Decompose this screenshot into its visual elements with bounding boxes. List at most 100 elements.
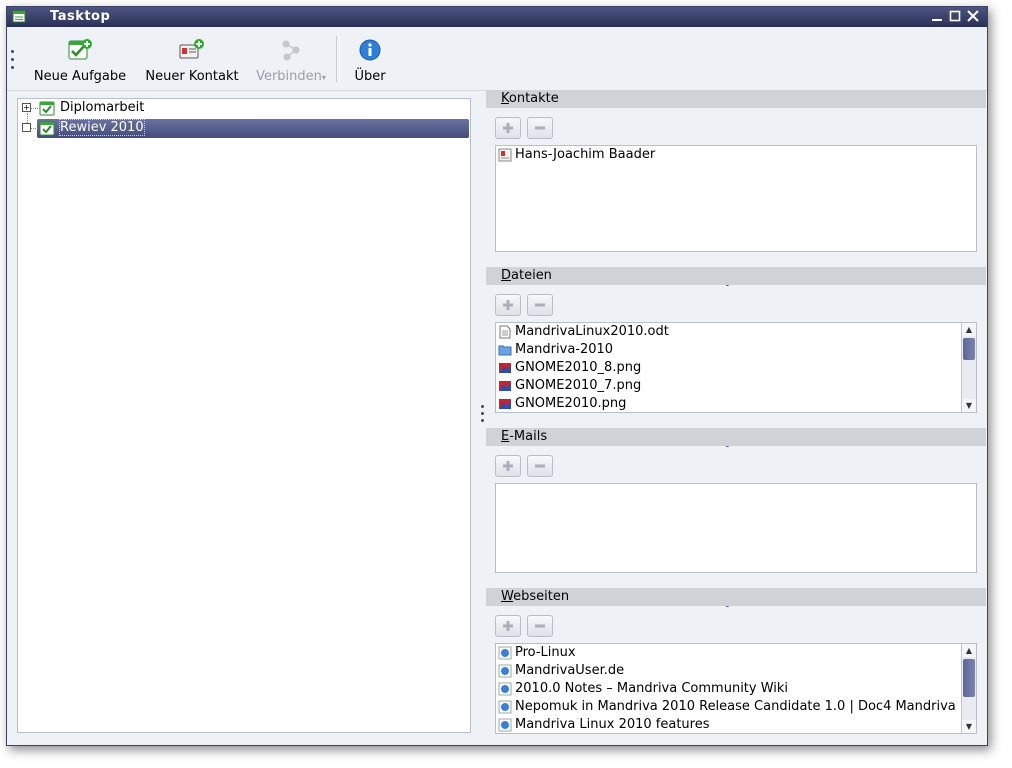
tree-item[interactable]: + Diplomarbeit (18, 99, 470, 117)
plus-icon (503, 621, 513, 631)
contacts-title: Kontakte (501, 91, 559, 106)
plus-icon (503, 461, 513, 471)
info-icon (359, 39, 381, 61)
files-list[interactable]: MandrivaLinux2010.odt Mandriva-2010 GNOM… (495, 322, 977, 413)
list-item[interactable]: 2010.0 Notes – Mandriva Community Wiki (496, 680, 976, 698)
files-section-header[interactable]: Dateien (486, 267, 986, 285)
contacts-list[interactable]: Hans-Joachim Baader (495, 145, 977, 252)
app-icon[interactable] (12, 9, 26, 23)
file-name: GNOME2010_8.png (515, 360, 642, 375)
tree-item-label: Rewiev 2010 (59, 119, 145, 136)
minus-icon (535, 464, 545, 468)
list-item[interactable]: MandrivaLinux2010.odt (496, 323, 976, 341)
website-title: MandrivaUser.de (515, 663, 625, 678)
web-link-icon (498, 664, 512, 678)
tree-branch-line (30, 108, 38, 109)
splitter-handle[interactable] (481, 405, 485, 426)
websites-list[interactable]: Pro-Linux MandrivaUser.de 2010.0 Notes –… (495, 643, 977, 734)
new-task-button[interactable]: Neue Aufgabe (29, 38, 131, 86)
dropdown-arrow-icon: ▾ (321, 73, 326, 82)
section-resize-handle[interactable] (726, 260, 746, 286)
file-name: MandrivaLinux2010.odt (515, 324, 669, 339)
scroll-up-icon[interactable]: ▲ (962, 323, 976, 336)
list-item[interactable]: Pro-Linux (496, 644, 976, 662)
scrollbar-thumb[interactable] (963, 338, 975, 360)
scroll-down-icon[interactable]: ▼ (962, 399, 976, 412)
new-contact-button[interactable]: Neuer Kontakt (141, 38, 243, 86)
maximize-icon[interactable] (947, 8, 963, 24)
website-title: 2010.0 Notes – Mandriva Community Wiki (515, 681, 789, 696)
websites-scrollbar[interactable]: ▲ ▼ (961, 644, 976, 733)
scroll-down-icon[interactable]: ▼ (962, 720, 976, 733)
websites-section-header[interactable]: Webseiten (486, 588, 986, 606)
section-resize-handle[interactable] (726, 581, 746, 607)
list-item[interactable]: GNOME2010.png (496, 395, 976, 412)
remove-email-button[interactable] (527, 455, 553, 477)
scroll-up-icon[interactable]: ▲ (962, 644, 976, 657)
add-website-button[interactable] (495, 615, 521, 637)
image-icon (499, 381, 511, 391)
remove-contact-button[interactable] (527, 117, 553, 139)
image-icon (499, 363, 511, 373)
new-contact-label: Neuer Kontakt (145, 69, 239, 84)
connect-button[interactable]: Verbinden▾ (251, 38, 331, 86)
file-name: Mandriva-2010 (515, 342, 614, 357)
website-title: Nepomuk in Mandriva 2010 Release Candida… (515, 699, 956, 714)
emails-section-header[interactable]: E-Mails (486, 428, 986, 446)
remove-file-button[interactable] (527, 294, 553, 316)
about-button[interactable]: Über (348, 38, 392, 86)
add-email-button[interactable] (495, 455, 521, 477)
new-task-icon (68, 39, 92, 60)
plus-icon (503, 300, 513, 310)
web-link-icon (498, 700, 512, 714)
toolbar: Neue Aufgabe Neuer Kontakt Verbinden▾ Üb… (7, 28, 987, 91)
toolbar-grip[interactable] (11, 50, 15, 74)
minimize-icon[interactable] (929, 8, 945, 24)
minus-icon (535, 624, 545, 628)
about-label: Über (354, 69, 386, 84)
remove-website-button[interactable] (527, 615, 553, 637)
contact-name: Hans-Joachim Baader (515, 147, 656, 162)
files-scrollbar[interactable]: ▲ ▼ (961, 323, 976, 412)
section-resize-handle[interactable] (726, 421, 746, 447)
add-contact-button[interactable] (495, 117, 521, 139)
new-contact-icon (179, 39, 204, 59)
tree-item-label: Diplomarbeit (60, 100, 145, 115)
folder-icon (498, 345, 512, 356)
task-icon (39, 101, 55, 116)
web-link-icon (498, 646, 512, 660)
file-name: GNOME2010.png (515, 396, 627, 411)
web-link-icon (498, 682, 512, 696)
task-tree[interactable]: + Diplomarbeit Rewiev 2010 (17, 98, 471, 733)
files-title: Dateien (501, 268, 552, 283)
list-item[interactable]: GNOME2010_7.png (496, 377, 976, 395)
new-task-label: Neue Aufgabe (33, 69, 127, 84)
task-icon (39, 121, 55, 136)
emails-list[interactable] (495, 483, 977, 573)
expand-icon[interactable] (22, 123, 31, 132)
contact-card-icon (498, 148, 512, 162)
contacts-section-header[interactable]: Kontakte (486, 90, 986, 108)
list-item[interactable]: Mandriva Linux 2010 features (496, 716, 976, 733)
tree-branch-line (30, 128, 38, 129)
file-name: GNOME2010_7.png (515, 378, 642, 393)
list-item[interactable]: Hans-Joachim Baader (496, 146, 976, 164)
plus-icon (503, 123, 513, 133)
tree-item-selected[interactable]: Rewiev 2010 (18, 119, 470, 138)
list-item[interactable]: Nepomuk in Mandriva 2010 Release Candida… (496, 698, 976, 716)
website-title: Mandriva Linux 2010 features (515, 717, 710, 732)
toolbar-separator (336, 36, 340, 82)
list-item[interactable]: Mandriva-2010 (496, 341, 976, 359)
list-item[interactable]: GNOME2010_8.png (496, 359, 976, 377)
web-link-icon (498, 718, 512, 732)
expand-icon[interactable]: + (22, 103, 31, 112)
window-title: Tasktop (50, 9, 111, 24)
title-bar[interactable]: Tasktop (7, 7, 987, 27)
websites-title: Webseiten (501, 589, 570, 604)
add-file-button[interactable] (495, 294, 521, 316)
close-icon[interactable] (965, 8, 981, 24)
minus-icon (535, 126, 545, 130)
scrollbar-thumb[interactable] (963, 659, 975, 697)
list-item[interactable]: MandrivaUser.de (496, 662, 976, 680)
minus-icon (535, 303, 545, 307)
